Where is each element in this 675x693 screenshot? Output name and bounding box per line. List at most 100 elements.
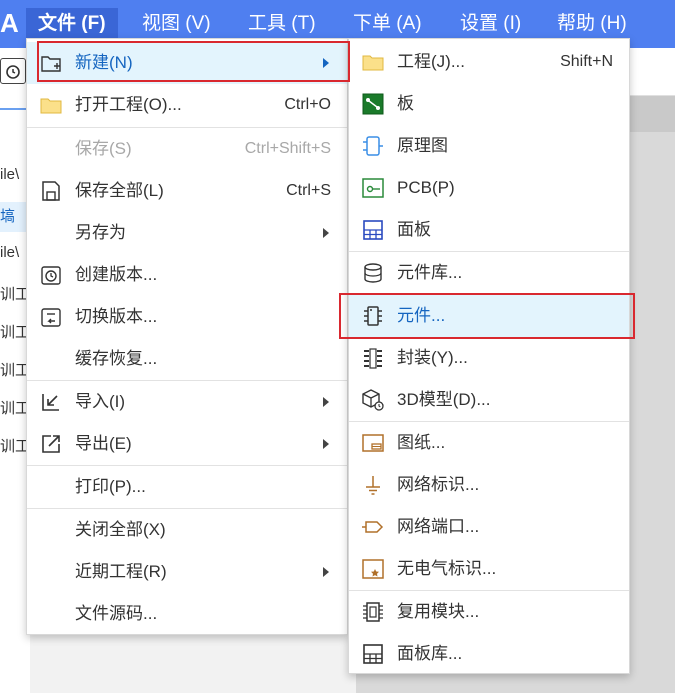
menu-view[interactable]: 视图 (V) xyxy=(130,8,223,40)
menu-item-label: 图纸... xyxy=(397,433,446,452)
panel-icon xyxy=(361,218,385,242)
menu-item-recent-projects[interactable]: 近期工程(R) xyxy=(27,551,347,593)
menu-item-label: 保存(S) xyxy=(75,139,132,158)
version-tool-icon[interactable] xyxy=(0,58,26,84)
folder-icon xyxy=(361,50,385,74)
menu-item-save: 保存(S) Ctrl+Shift+S xyxy=(27,128,347,170)
submenu-arrow-icon xyxy=(323,439,329,449)
menu-item-label: 创建版本... xyxy=(75,265,158,284)
submenu-arrow-icon xyxy=(323,228,329,238)
menu-item-label: 导入(I) xyxy=(75,392,126,411)
menu-tools[interactable]: 工具 (T) xyxy=(236,8,328,40)
drawing-sheet-icon xyxy=(361,431,385,455)
non-electrical-flag-icon xyxy=(361,557,385,581)
menu-item-print[interactable]: 打印(P)... xyxy=(27,466,347,508)
menu-item-save-all[interactable]: 保存全部(L) Ctrl+S xyxy=(27,170,347,212)
menu-settings[interactable]: 设置 (I) xyxy=(448,8,533,40)
menu-item-export[interactable]: 导出(E) xyxy=(27,423,347,465)
menu-item-label: 复用模块... xyxy=(397,602,480,621)
switch-version-icon xyxy=(39,305,63,329)
menu-item-file-source[interactable]: 文件源码... xyxy=(27,593,347,635)
export-icon xyxy=(39,432,63,456)
menu-item-label: 导出(E) xyxy=(75,434,132,453)
menu-item-cache-restore[interactable]: 缓存恢复... xyxy=(27,338,347,380)
component-icon xyxy=(361,304,385,328)
menu-item-close-all[interactable]: 关闭全部(X) xyxy=(27,509,347,551)
menu-item-label: 新建(N) xyxy=(75,53,133,72)
menu-item-label: 封装(Y)... xyxy=(397,348,468,367)
net-port-icon xyxy=(361,515,385,539)
submenu-arrow-icon xyxy=(323,58,329,68)
shortcut: Shift+N xyxy=(560,53,613,70)
menu-item-label: 缓存恢复... xyxy=(75,349,158,368)
menu-file[interactable]: 文件 (F) xyxy=(26,8,118,40)
3d-model-icon xyxy=(361,388,385,412)
app-logo: A xyxy=(0,8,19,38)
menu-item-new-board[interactable]: 板 xyxy=(349,83,629,125)
menu-item-label: 元件库... xyxy=(397,263,463,282)
menu-item-label: 网络端口... xyxy=(397,517,480,536)
menu-item-label: 无电气标识... xyxy=(397,559,497,578)
menu-item-label: 打开工程(O)... xyxy=(75,95,182,114)
menu-item-label: 另存为 xyxy=(75,223,126,242)
active-tab-indicator xyxy=(0,108,28,110)
menu-item-new-pcb[interactable]: PCB(P) xyxy=(349,167,629,209)
menu-item-new-3d-model[interactable]: 3D模型(D)... xyxy=(349,379,629,421)
shortcut: Ctrl+O xyxy=(284,96,331,113)
panel-library-icon xyxy=(361,642,385,666)
schematic-icon xyxy=(361,134,385,158)
reuse-block-icon xyxy=(361,600,385,624)
submenu-arrow-icon xyxy=(323,567,329,577)
menu-item-label: 打印(P)... xyxy=(75,477,146,496)
menu-item-label: 近期工程(R) xyxy=(75,562,167,581)
menu-item-new-component[interactable]: 元件... xyxy=(349,295,629,337)
menu-order[interactable]: 下单 (A) xyxy=(341,8,434,40)
menu-item-label: 面板库... xyxy=(397,644,463,663)
menu-item-new-panel[interactable]: 面板 xyxy=(349,209,629,251)
save-icon xyxy=(39,179,63,203)
menu-item-label: 切换版本... xyxy=(75,307,158,326)
menu-item-open-project[interactable]: 打开工程(O)... Ctrl+O xyxy=(27,84,347,126)
menu-item-new-drawing-sheet[interactable]: 图纸... xyxy=(349,422,629,464)
net-flag-icon xyxy=(361,473,385,497)
menu-item-new-footprint[interactable]: 封装(Y)... xyxy=(349,337,629,379)
menu-item-label: 元件... xyxy=(397,306,446,325)
menu-item-label: 3D模型(D)... xyxy=(397,390,491,409)
shortcut: Ctrl+S xyxy=(286,182,331,199)
menu-item-new-net-port[interactable]: 网络端口... xyxy=(349,506,629,548)
menu-item-label: 网络标识... xyxy=(397,475,480,494)
menu-item-new-panel-library[interactable]: 面板库... xyxy=(349,633,629,675)
footprint-icon xyxy=(361,346,385,370)
menu-item-create-version[interactable]: 创建版本... xyxy=(27,254,347,296)
menu-item-label: 面板 xyxy=(397,220,431,239)
board-icon xyxy=(361,92,385,116)
menu-item-new-component-library[interactable]: 元件库... xyxy=(349,252,629,294)
menu-help[interactable]: 帮助 (H) xyxy=(545,8,639,40)
menu-item-label: 原理图 xyxy=(397,136,448,155)
folder-icon xyxy=(39,93,63,117)
file-menu: 新建(N) 打开工程(O)... Ctrl+O 保存(S) Ctrl+Shift… xyxy=(26,38,348,635)
menu-item-new-non-electrical-flag[interactable]: 无电气标识... xyxy=(349,548,629,590)
submenu-arrow-icon xyxy=(323,397,329,407)
new-folder-icon xyxy=(39,51,63,75)
menu-item-label: 板 xyxy=(397,94,414,113)
menu-item-switch-version[interactable]: 切换版本... xyxy=(27,296,347,338)
component-library-icon xyxy=(361,261,385,285)
menu-item-save-as[interactable]: 另存为 xyxy=(27,212,347,254)
menu-item-label: 关闭全部(X) xyxy=(75,520,166,539)
menu-item-new[interactable]: 新建(N) xyxy=(27,42,347,84)
menu-item-new-reuse-block[interactable]: 复用模块... xyxy=(349,591,629,633)
pcb-icon xyxy=(361,176,385,200)
menu-item-new-project[interactable]: 工程(J)... Shift+N xyxy=(349,41,629,83)
menu-item-label: 工程(J)... xyxy=(397,52,465,71)
menu-item-label: 文件源码... xyxy=(75,604,158,623)
shortcut: Ctrl+Shift+S xyxy=(244,140,331,157)
new-submenu: 工程(J)... Shift+N 板 原理图 PCB(P) 面板 元件库... … xyxy=(348,38,630,674)
menu-item-new-schematic[interactable]: 原理图 xyxy=(349,125,629,167)
menu-item-import[interactable]: 导入(I) xyxy=(27,381,347,423)
menu-item-new-net-flag[interactable]: 网络标识... xyxy=(349,464,629,506)
menu-item-label: PCB(P) xyxy=(397,178,455,197)
menu-item-label: 保存全部(L) xyxy=(75,181,164,200)
create-version-icon xyxy=(39,263,63,287)
import-icon xyxy=(39,390,63,414)
